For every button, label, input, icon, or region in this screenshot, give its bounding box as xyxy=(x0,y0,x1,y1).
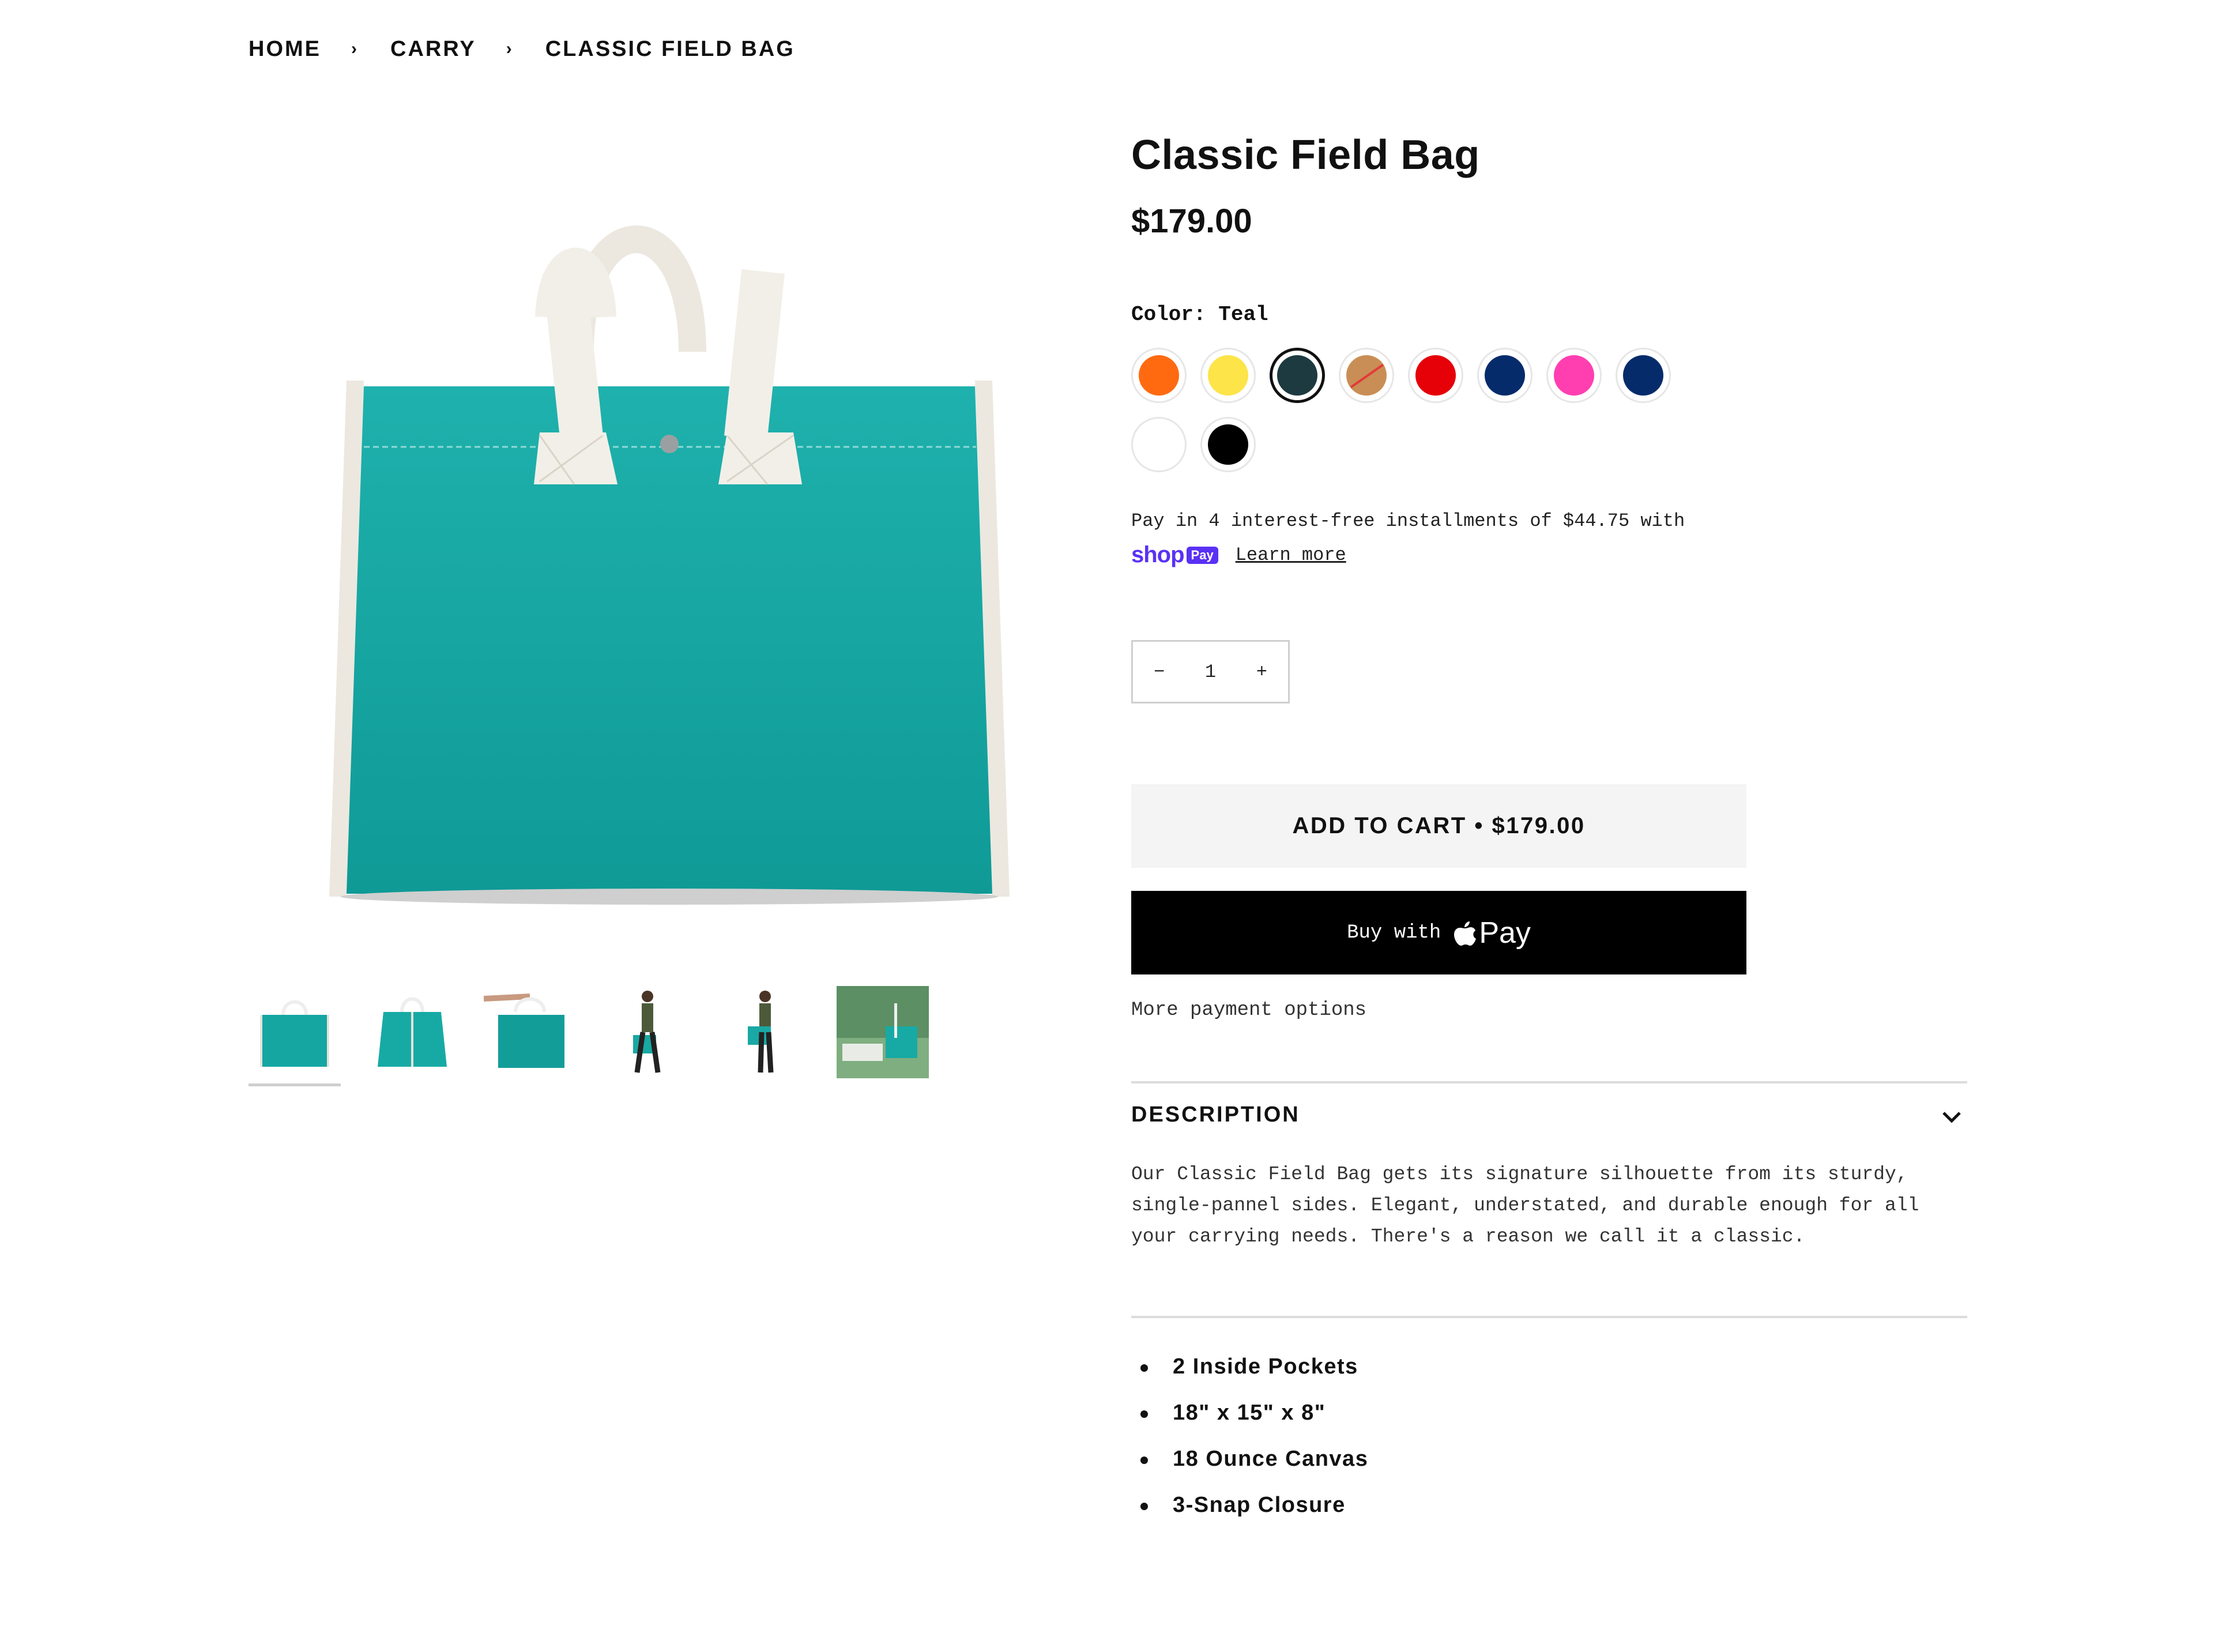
product-main-image[interactable] xyxy=(248,161,1085,963)
thumbnail-bag-angle[interactable] xyxy=(366,986,458,1078)
shop-pay-row: shop Pay Learn more xyxy=(1131,542,1346,568)
color-label: Color: Teal xyxy=(1131,303,1268,326)
breadcrumb: HOME › CARRY › CLASSIC FIELD BAG xyxy=(248,35,795,63)
swatch-red[interactable] xyxy=(1408,348,1463,403)
breadcrumb-current: CLASSIC FIELD BAG xyxy=(545,36,795,61)
quantity-decrease-button[interactable]: − xyxy=(1154,661,1165,683)
thumbnail-bag-held[interactable] xyxy=(483,986,576,1078)
swatch-navy[interactable] xyxy=(1477,348,1533,403)
swatch-teal[interactable] xyxy=(1270,348,1325,403)
breadcrumb-separator: › xyxy=(506,39,512,58)
shop-pay-logo: shop Pay xyxy=(1131,542,1218,568)
breadcrumb-separator: › xyxy=(351,39,357,58)
add-to-cart-button[interactable]: ADD TO CART • $179.00 xyxy=(1131,784,1746,868)
chevron-down-icon[interactable] xyxy=(1941,1110,1962,1124)
description-line: Our Classic Field Bag gets its signature… xyxy=(1131,1164,1908,1185)
apple-pay-logo: Pay xyxy=(1454,916,1531,950)
feature-list: 2 Inside Pockets 18" x 15" x 8" 18 Ounce… xyxy=(1131,1344,1368,1528)
swatch-tan-sold-out[interactable] xyxy=(1339,348,1394,403)
buy-with-label: Buy with xyxy=(1347,921,1441,944)
quantity-increase-button[interactable]: + xyxy=(1256,661,1267,683)
divider xyxy=(1131,1081,1967,1083)
thumbnail-model-walking[interactable] xyxy=(601,986,694,1078)
thumbnail-model-standing[interactable] xyxy=(719,986,811,1078)
learn-more-link[interactable]: Learn more xyxy=(1236,544,1346,566)
quantity-stepper: − 1 + xyxy=(1131,640,1290,703)
feature-item: 18" x 15" x 8" xyxy=(1131,1390,1368,1436)
swatch-orange[interactable] xyxy=(1131,348,1187,403)
apple-icon xyxy=(1454,921,1477,946)
feature-item: 18 Ounce Canvas xyxy=(1131,1436,1368,1482)
swatch-white[interactable] xyxy=(1131,417,1187,472)
breadcrumb-carry[interactable]: CARRY xyxy=(390,37,476,62)
description-body: Our Classic Field Bag gets its signature… xyxy=(1131,1159,1967,1252)
selected-color-name: Teal xyxy=(1218,303,1268,326)
thumbnail-bag-lifestyle[interactable] xyxy=(837,986,929,1078)
quantity-value[interactable]: 1 xyxy=(1205,661,1216,683)
breadcrumb-home[interactable]: HOME xyxy=(248,37,321,62)
description-line: your carrying needs. There's a reason we… xyxy=(1131,1226,1805,1247)
feature-item: 2 Inside Pockets xyxy=(1131,1344,1368,1390)
thumbnail-strip xyxy=(248,986,954,1086)
product-price: $179.00 xyxy=(1131,202,1252,240)
description-heading[interactable]: DESCRIPTION xyxy=(1131,1102,1300,1127)
buy-with-apple-pay-button[interactable]: Buy with Pay xyxy=(1131,891,1746,974)
divider xyxy=(1131,1316,1967,1318)
color-label-prefix: Color: xyxy=(1131,303,1206,326)
swatch-pink[interactable] xyxy=(1546,348,1602,403)
thumbnail-bag-front[interactable] xyxy=(248,986,341,1086)
installments-text: Pay in 4 interest-free installments of $… xyxy=(1131,510,1685,532)
swatch-navy-2[interactable] xyxy=(1616,348,1671,403)
description-line: single-pannel sides. Elegant, understate… xyxy=(1131,1195,1919,1216)
more-payment-options-link[interactable]: More payment options xyxy=(1131,999,1366,1021)
product-title: Classic Field Bag xyxy=(1131,132,1480,178)
feature-item: 3-Snap Closure xyxy=(1131,1482,1368,1528)
swatch-yellow[interactable] xyxy=(1200,348,1256,403)
swatch-black[interactable] xyxy=(1200,417,1256,472)
